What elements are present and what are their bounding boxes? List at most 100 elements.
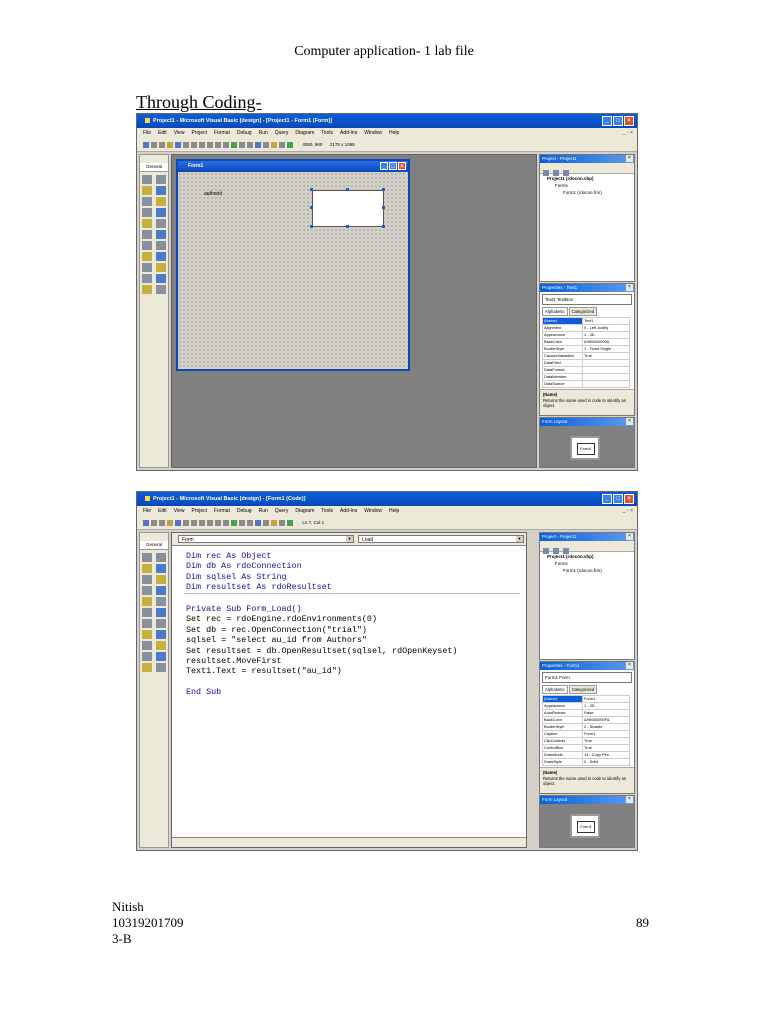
vscroll-tool-icon[interactable] xyxy=(156,608,166,617)
table-row[interactable]: Alignment 0 - Left Justify xyxy=(541,324,630,332)
redo-icon[interactable] xyxy=(223,519,229,526)
filelist-tool-icon[interactable] xyxy=(156,252,166,261)
form-layout-icon[interactable] xyxy=(271,141,277,148)
checkbox-tool-icon[interactable] xyxy=(142,208,152,217)
picturebox-tool-icon[interactable] xyxy=(156,175,166,184)
menu-addins[interactable]: Add-Ins xyxy=(340,128,357,138)
menu-file[interactable]: File xyxy=(143,506,151,516)
add-form-icon[interactable] xyxy=(151,141,157,148)
menu-format[interactable]: Format xyxy=(214,506,230,516)
code-editor[interactable]: Dim rec As Object Dim db As rdoConnectio… xyxy=(172,546,526,698)
menu-diagram[interactable]: Diagram xyxy=(295,506,314,516)
form-layout-icon[interactable] xyxy=(271,519,277,526)
ole-tool-icon[interactable] xyxy=(142,285,152,294)
menu-edit[interactable]: Edit xyxy=(158,128,167,138)
open-icon[interactable] xyxy=(167,141,173,148)
table-row[interactable]: BorderStyle 2 - Sizable xyxy=(541,723,630,731)
object-browser-icon[interactable] xyxy=(279,141,285,148)
table-row[interactable]: Caption Form1 xyxy=(541,730,630,738)
toolbox-icon[interactable] xyxy=(287,141,293,148)
tab-alphabetic[interactable]: Alphabetic xyxy=(542,307,568,316)
dirlist-tool-icon[interactable] xyxy=(142,252,152,261)
tree-project-node[interactable]: Project1 (rdocon.vbp) xyxy=(543,553,631,560)
menu-addins[interactable]: Add-Ins xyxy=(340,506,357,516)
find-icon[interactable] xyxy=(207,141,213,148)
mdi-window-controls[interactable]: _ ▫ × xyxy=(623,506,633,516)
object-combo[interactable]: Form ▼ xyxy=(178,535,354,543)
resize-handle[interactable] xyxy=(346,225,349,228)
commandbutton-tool-icon[interactable] xyxy=(156,575,166,584)
pointer-tool-icon[interactable] xyxy=(142,175,152,184)
tree-forms-folder[interactable]: Forms xyxy=(543,182,631,189)
table-row[interactable]: DataMember xyxy=(541,373,630,381)
add-form-icon[interactable] xyxy=(151,519,157,526)
properties-window-icon[interactable] xyxy=(263,141,269,148)
object-selector[interactable]: Text1 TextBox xyxy=(542,294,632,305)
end-icon[interactable] xyxy=(247,519,253,526)
maximize-icon[interactable]: □ xyxy=(613,494,623,504)
menu-run[interactable]: Run xyxy=(259,128,268,138)
resize-handle[interactable] xyxy=(310,225,313,228)
label-tool-icon[interactable] xyxy=(142,186,152,195)
minimize-icon[interactable]: _ xyxy=(602,494,612,504)
resize-handle[interactable] xyxy=(310,206,313,209)
tree-form1-item[interactable]: Form1 (rdocon.frm) xyxy=(543,189,631,196)
paste-icon[interactable] xyxy=(199,519,205,526)
table-row[interactable]: Appearance 1 - 3D xyxy=(541,331,630,339)
table-row[interactable]: AutoRedraw False xyxy=(541,709,630,717)
layout-form-preview[interactable]: Form1 xyxy=(577,821,595,833)
menu-help[interactable]: Help xyxy=(389,506,399,516)
menu-run[interactable]: Run xyxy=(259,506,268,516)
table-row[interactable]: Appearance 1 - 3D xyxy=(541,702,630,710)
menu-tools[interactable]: Tools xyxy=(321,506,333,516)
end-icon[interactable] xyxy=(247,141,253,148)
menu-view[interactable]: View xyxy=(174,506,185,516)
menu-format[interactable]: Format xyxy=(214,128,230,138)
optionbutton-tool-icon[interactable] xyxy=(156,208,166,217)
table-row[interactable]: ClipControls True xyxy=(541,737,630,745)
table-row[interactable]: ControlBox True xyxy=(541,744,630,752)
project-explorer-icon[interactable] xyxy=(255,519,261,526)
drivelist-tool-icon[interactable] xyxy=(156,619,166,628)
listbox-tool-icon[interactable] xyxy=(156,597,166,606)
menu-window[interactable]: Window xyxy=(364,128,382,138)
copy-icon[interactable] xyxy=(191,141,197,148)
line-tool-icon[interactable] xyxy=(156,263,166,272)
open-icon[interactable] xyxy=(167,519,173,526)
menu-editor-icon[interactable] xyxy=(159,519,165,526)
table-row[interactable]: (Name) Text1 xyxy=(541,317,630,325)
optionbutton-tool-icon[interactable] xyxy=(156,586,166,595)
close-icon[interactable]: × xyxy=(624,494,634,504)
tree-form1-item[interactable]: Form1 (rdocon.frm) xyxy=(543,567,631,574)
table-row[interactable]: BackColor &H80000005& xyxy=(541,338,630,346)
undo-icon[interactable] xyxy=(215,141,221,148)
menu-diagram[interactable]: Diagram xyxy=(295,128,314,138)
hscroll-tool-icon[interactable] xyxy=(142,230,152,239)
break-icon[interactable] xyxy=(239,519,245,526)
object-selector[interactable]: Form1 Form xyxy=(542,672,632,683)
menu-query[interactable]: Query xyxy=(275,128,289,138)
undo-icon[interactable] xyxy=(215,519,221,526)
vscroll-tool-icon[interactable] xyxy=(156,230,166,239)
resize-handle[interactable] xyxy=(382,206,385,209)
table-row[interactable]: DrawStyle 0 - Solid xyxy=(541,758,630,766)
label-tool-icon[interactable] xyxy=(142,564,152,573)
table-row[interactable]: BorderStyle 1 - Fixed Single xyxy=(541,345,630,353)
paste-icon[interactable] xyxy=(199,141,205,148)
grid-tool-icon[interactable] xyxy=(156,285,166,294)
table-row[interactable]: DataSource xyxy=(541,380,630,388)
listbox-tool-icon[interactable] xyxy=(156,219,166,228)
image-tool-icon[interactable] xyxy=(142,652,152,661)
redo-icon[interactable] xyxy=(223,141,229,148)
maximize-icon[interactable]: □ xyxy=(613,116,623,126)
authorid-label[interactable]: authorid xyxy=(204,191,222,197)
start-icon[interactable] xyxy=(231,141,237,148)
mdi-window-controls[interactable]: _ ▫ × xyxy=(623,128,633,138)
find-icon[interactable] xyxy=(207,519,213,526)
commandbutton-tool-icon[interactable] xyxy=(156,197,166,206)
copy-icon[interactable] xyxy=(191,519,197,526)
resize-handle[interactable] xyxy=(382,188,385,191)
image-tool-icon[interactable] xyxy=(142,274,152,283)
close-icon[interactable]: × xyxy=(626,284,633,291)
table-row[interactable]: DrawMode 13 - Copy Pen xyxy=(541,751,630,759)
